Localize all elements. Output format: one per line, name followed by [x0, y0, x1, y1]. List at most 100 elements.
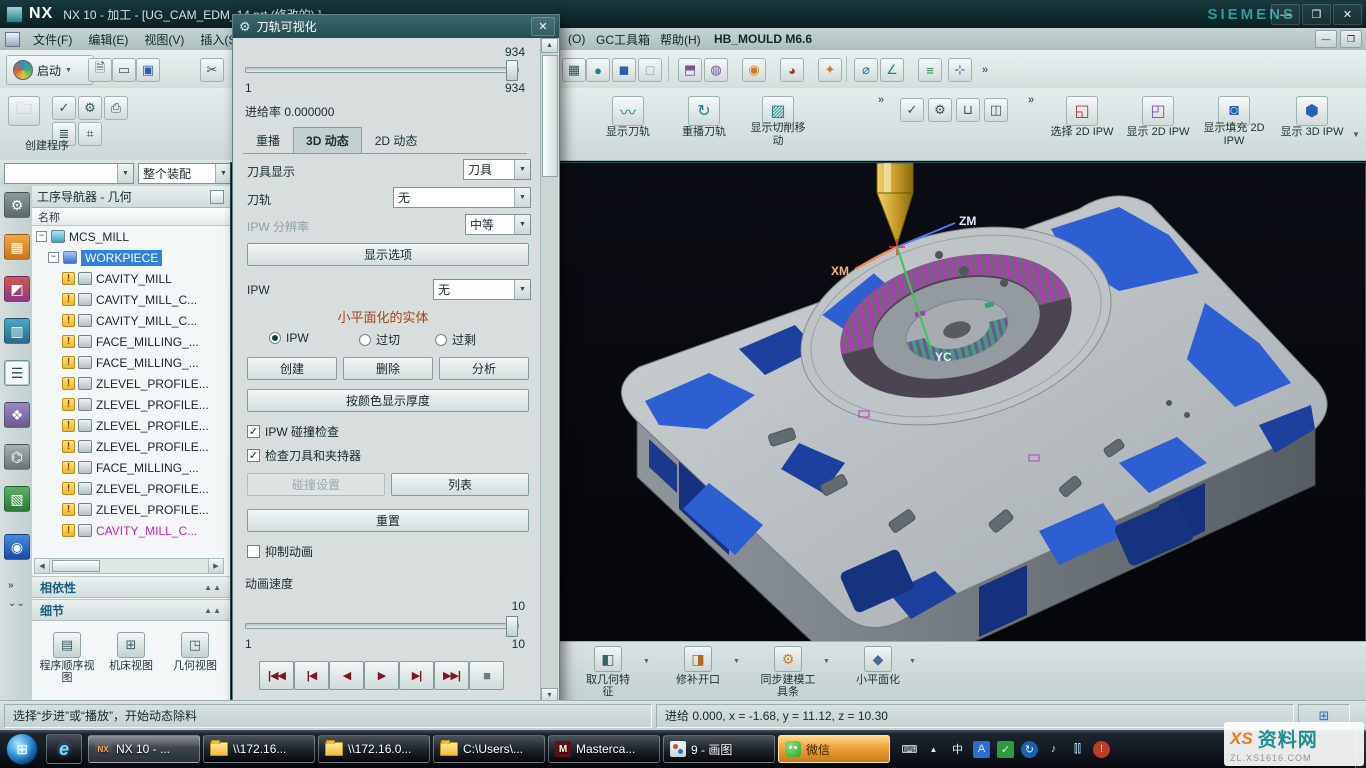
start-orb[interactable]: ⊞ [6, 733, 38, 765]
show-3d-ipw-icon[interactable]: ⬢ [1296, 96, 1328, 126]
chevron-down-icon[interactable]: ▼ [909, 658, 916, 665]
collapse-icon[interactable]: − [36, 231, 47, 242]
ime-language-icon[interactable]: 中 [949, 741, 966, 758]
facet-body-group[interactable]: ◆ 小平面化 [839, 646, 917, 686]
notification-icon[interactable]: ! [1093, 741, 1110, 758]
sphere-icon[interactable]: ● [586, 58, 610, 82]
report-shortest-tool-icon[interactable]: ⊔ [956, 98, 980, 122]
show-2d-ipw-label[interactable]: 显示 2D IPW [1120, 126, 1196, 139]
radio-on-icon[interactable] [269, 332, 281, 344]
menu-view[interactable]: 视图(V) [136, 28, 192, 51]
sync-icon[interactable]: ↻ [1021, 741, 1038, 758]
postprocess-icon[interactable]: ⎙ [104, 96, 128, 120]
input-method-icon[interactable]: A [973, 741, 990, 758]
hole-icon[interactable]: ◉ [742, 58, 766, 82]
scroll-up-icon[interactable]: ▲ [541, 38, 558, 53]
view-style-icon[interactable]: ◻ [638, 58, 662, 82]
radio-off-icon[interactable] [359, 334, 371, 346]
tree-row-operation[interactable]: ! FACE_MILLING_... [62, 331, 199, 352]
synchronous-modeling-group[interactable]: ⚙ 同步建模工 具条 [749, 646, 827, 698]
dialog-scrollbar[interactable]: ▲ ▼ [540, 38, 558, 703]
cut-icon[interactable]: ✂ [200, 58, 224, 82]
operation-navigator-icon[interactable]: ☰ [4, 360, 30, 386]
selection-filter-combo[interactable]: ▼ [4, 163, 134, 184]
tree-row-operation[interactable]: ! ZLEVEL_PROFILE... [62, 436, 209, 457]
child-restore-button[interactable]: ❐ [1340, 30, 1362, 48]
radio-off-icon[interactable] [435, 334, 447, 346]
tree-row-operation[interactable]: ! CAVITY_MILL_C... [62, 289, 197, 310]
close-button[interactable]: ✕ [1333, 4, 1362, 25]
confirm-toolpath-icon[interactable]: ✓ [900, 98, 924, 122]
measure-distance-icon[interactable]: ⌀ [854, 58, 878, 82]
machine-tool-view-button[interactable]: ⊞ 机床视图 [102, 632, 160, 672]
measure-angle-icon[interactable]: ∠ [880, 58, 904, 82]
pin-icon[interactable] [210, 190, 224, 204]
tab-replay[interactable]: 重播 [243, 127, 293, 153]
expand-chevron-icon[interactable]: ▲▲ [204, 583, 222, 592]
tree-row-operation[interactable]: ! ZLEVEL_PROFILE... [62, 499, 209, 520]
revolve-icon[interactable]: ◍ [704, 58, 728, 82]
replay-toolpath-label[interactable]: 重播刀轨 [666, 126, 742, 139]
chevron-down-icon[interactable]: ▼ [643, 658, 650, 665]
select-2d-ipw-icon[interactable]: ◱ [1066, 96, 1098, 126]
show-filled-2d-ipw-label[interactable]: 显示填充 2D IPW [1196, 122, 1272, 147]
show-2d-ipw-icon[interactable]: ◰ [1142, 96, 1174, 126]
extract-geometry-icon[interactable]: ◧ [594, 646, 622, 672]
delete-button[interactable]: 删除 [343, 357, 433, 380]
star-icon[interactable]: ✦ [818, 58, 842, 82]
generate-toolpath-icon[interactable]: ✓ [52, 96, 76, 120]
part-navigator-icon[interactable]: ▥ [4, 318, 30, 344]
restore-button[interactable]: ❐ [1302, 4, 1331, 25]
tree-row-operation[interactable]: ! ZLEVEL_PROFILE... [62, 478, 209, 499]
show-cut-moves-label[interactable]: 显示切削移 动 [740, 122, 816, 147]
machine-tool-navigator-icon[interactable]: ⌬ [4, 444, 30, 470]
taskbar-folder-button[interactable]: C:\Users\... [433, 735, 545, 763]
dependencies-section[interactable]: 相依性 ▲▲ [32, 576, 230, 598]
touch-keyboard-icon[interactable]: ⌨ [901, 741, 918, 758]
internet-explorer-button[interactable]: e [46, 734, 82, 764]
list-button[interactable]: 列表 [391, 473, 529, 496]
collapse-icon[interactable]: − [48, 252, 59, 263]
scroll-left-icon[interactable]: ◀ [35, 559, 50, 573]
verify-toolpath-icon[interactable]: ⚙ [78, 96, 102, 120]
play-button[interactable]: ▶ [364, 661, 399, 690]
dialog-close-icon[interactable]: ✕ [531, 17, 555, 36]
show-3d-ipw-label[interactable]: 显示 3D IPW [1274, 126, 1350, 139]
analysis-icon[interactable]: ≡ [918, 58, 942, 82]
machining-feature-navigator-icon[interactable]: ❖ [4, 402, 30, 428]
tree-row-operation[interactable]: ! ZLEVEL_PROFILE... [62, 394, 209, 415]
scrollbar-thumb[interactable] [52, 560, 100, 572]
chevron-down-icon[interactable]: ▼ [733, 658, 740, 665]
child-minimize-button[interactable]: — [1315, 30, 1337, 48]
web-browser-icon[interactable]: ◉ [4, 534, 30, 560]
overflow-chevron[interactable]: » [878, 94, 884, 106]
create-button[interactable]: 创建 [247, 357, 337, 380]
assembly-navigator-icon[interactable]: ▦ [4, 234, 30, 260]
constraint-navigator-icon[interactable]: ◩ [4, 276, 30, 302]
taskbar-nx-button[interactable]: NX NX 10 - ... [88, 735, 200, 763]
go-to-start-button[interactable]: |◀◀ [259, 661, 294, 690]
extrude-icon[interactable]: ⬒ [678, 58, 702, 82]
horizontal-scrollbar[interactable]: ◀ ▶ [34, 558, 224, 574]
create-program-icon[interactable]: 🗀 [8, 96, 40, 126]
motion-slider[interactable] [245, 67, 519, 73]
ipw-collision-check[interactable]: ✓ IPW 碰撞检查 [247, 423, 339, 440]
patch-opening-icon[interactable]: ◨ [684, 646, 712, 672]
scroll-right-icon[interactable]: ▶ [208, 559, 223, 573]
name-column-header[interactable]: 名称 [32, 208, 230, 226]
colored-sphere-icon[interactable]: ◕ [780, 58, 804, 82]
tree-row-operation[interactable]: ! FACE_MILLING_... [62, 457, 199, 478]
taskbar-folder-button[interactable]: \\172.16... [203, 735, 315, 763]
details-section[interactable]: 细节 ▲▲ [32, 599, 230, 621]
expand-chevron-icon[interactable]: ▲▲ [204, 606, 222, 615]
open-file-icon[interactable]: ▭ [112, 58, 136, 82]
menu-gc-toolbox[interactable]: GC工具箱 [588, 28, 658, 51]
network-icon[interactable]: ⫿⫿ [1069, 741, 1086, 758]
ipw-resolution-combo[interactable]: 中等 ▼ [465, 214, 531, 235]
step-forward-button[interactable]: ▶| [399, 661, 434, 690]
extract-geometry-group[interactable]: ◧ 取几何特 征 [569, 646, 647, 698]
system-menu-icon[interactable] [5, 32, 20, 47]
checkbox-unchecked-icon[interactable] [247, 545, 260, 558]
sheet-icon[interactable]: ▦ [562, 58, 586, 82]
analyze-button[interactable]: 分析 [439, 357, 529, 380]
